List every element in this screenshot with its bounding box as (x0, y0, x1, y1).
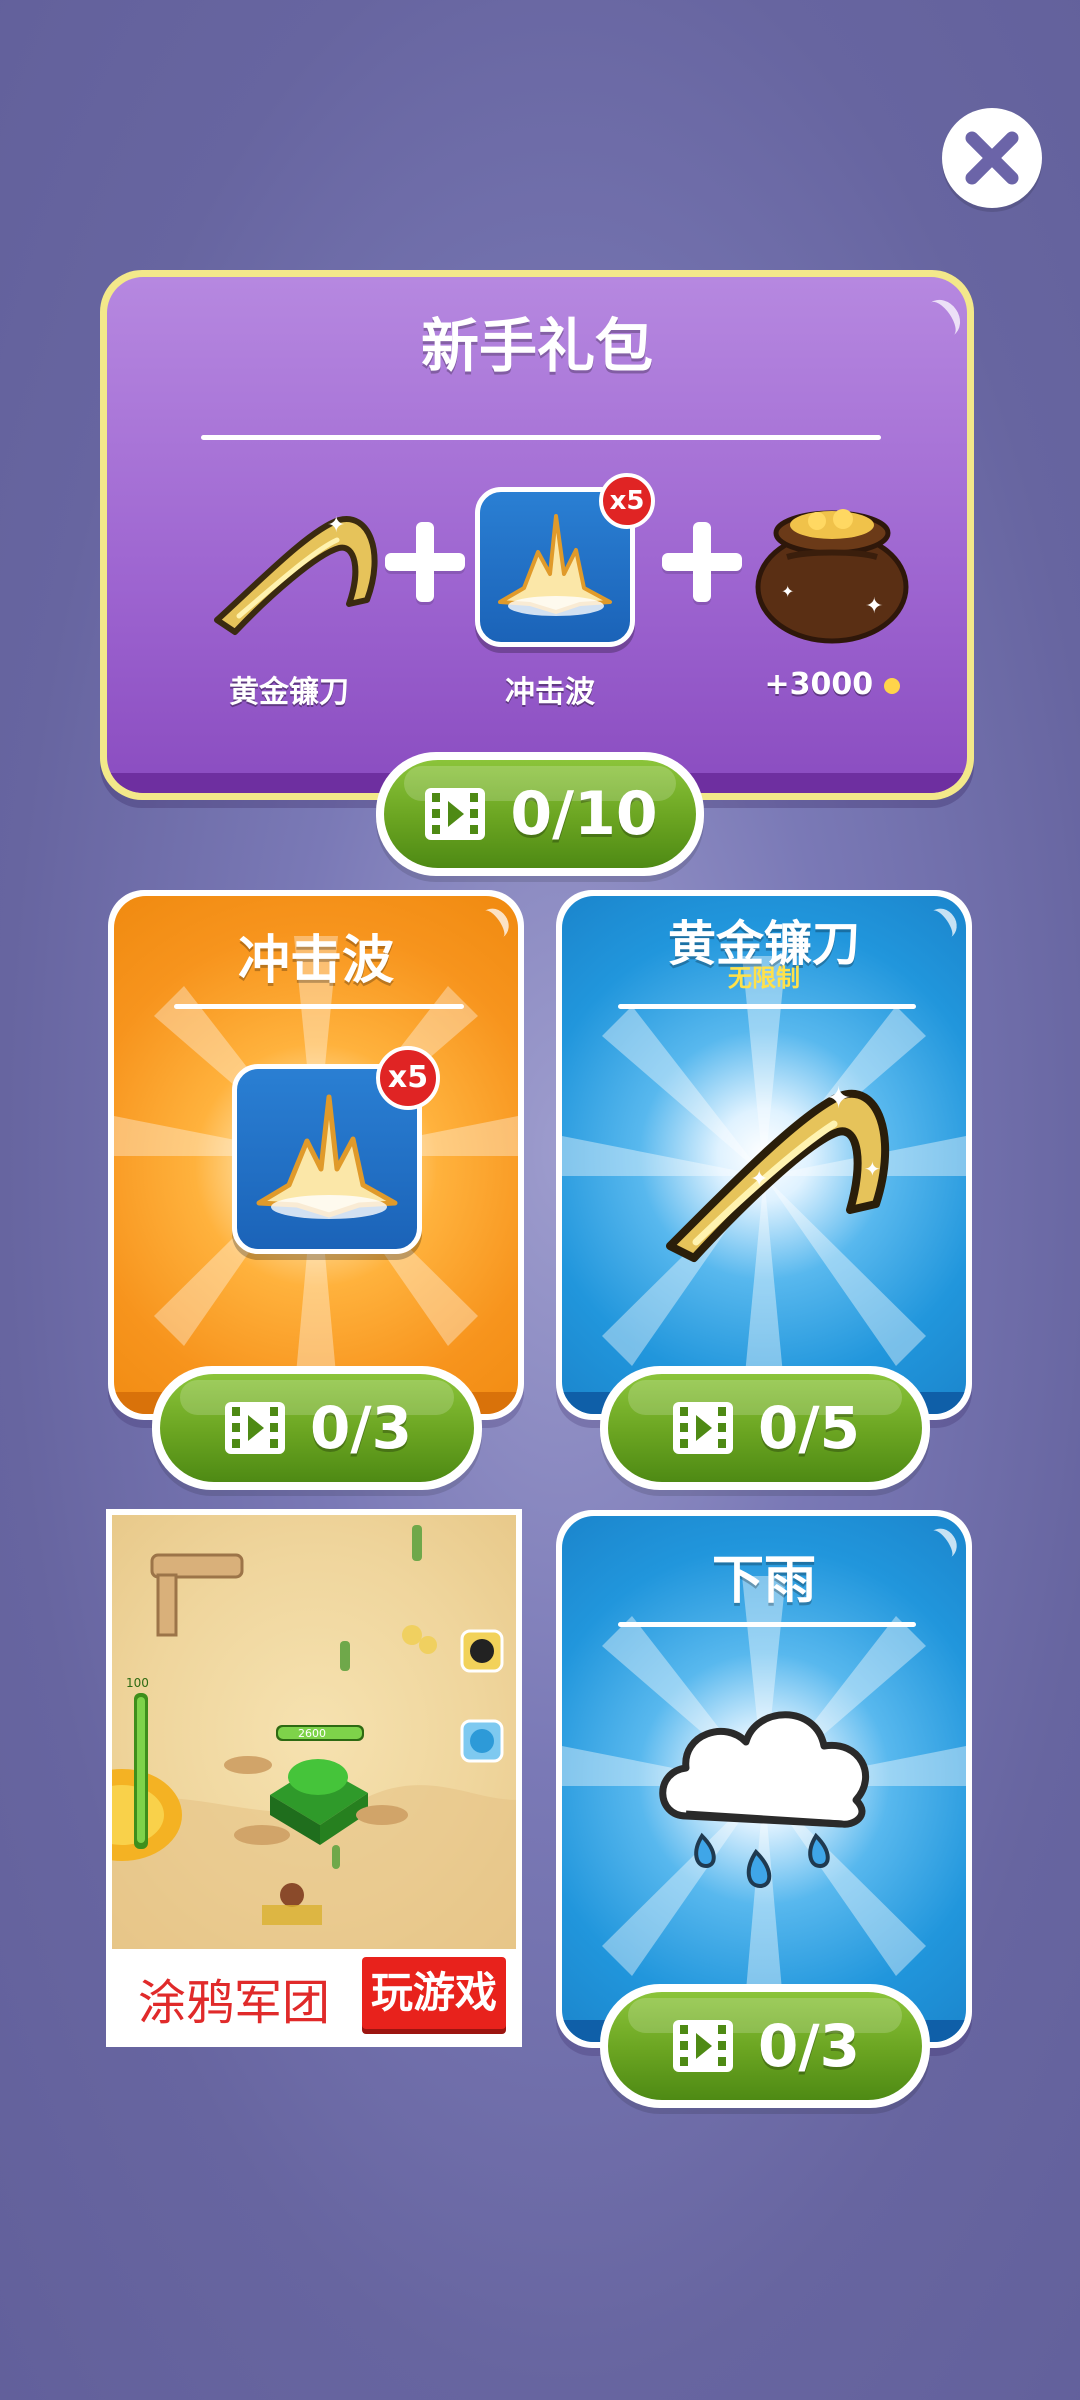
starter-pack-title: 新手礼包 (420, 312, 653, 380)
video-icon (673, 2020, 734, 2072)
rain-progress: 0/3 (758, 2012, 860, 2080)
ad-game-preview: 100 2600 (112, 1515, 516, 1949)
rain-video-button[interactable]: 0/3 (600, 1984, 930, 2108)
item-label-sickle: 黄金镰刀 (229, 675, 349, 710)
video-icon (673, 1402, 734, 1454)
rain-card-title: 下雨 (711, 1551, 816, 1611)
svg-text:✦: ✦ (327, 513, 345, 538)
svg-text:✦: ✦ (750, 1167, 768, 1192)
golden-sickle-icon: ✦ (214, 513, 378, 635)
title-divider (618, 1622, 916, 1627)
starter-pack-panel: 新手礼包 ✦ 黄金镰刀 x5 冲击波 ✦ ✦ +3000 (100, 270, 974, 800)
quantity-badge: x5 (376, 1046, 440, 1110)
svg-text:✦: ✦ (864, 1157, 881, 1181)
starter-pack-video-button[interactable]: 0/10 (376, 752, 704, 876)
title-divider (618, 1004, 916, 1009)
plus-icon (662, 522, 742, 602)
ad-play-button[interactable]: 玩游戏 (362, 1957, 506, 2029)
rain-card[interactable]: 下雨 (556, 1510, 972, 2048)
shockwave-card-title: 冲击波 (237, 931, 394, 991)
title-divider (174, 1004, 464, 1009)
golden-sickle-video-button[interactable]: 0/5 (600, 1366, 930, 1490)
gold-bag-icon: ✦ ✦ (755, 509, 909, 644)
starter-pack-progress: 0/10 (510, 779, 658, 849)
item-label-gold: +3000 (764, 667, 874, 702)
svg-text:✦: ✦ (826, 1081, 851, 1116)
desert-scene-illustration: 100 2600 (112, 1525, 516, 1949)
close-icon (965, 131, 1019, 185)
svg-text:✦: ✦ (865, 594, 883, 619)
video-icon (425, 788, 486, 840)
rain-cloud-icon (659, 1711, 870, 1889)
ad-game-name: 涂鸦军团 (138, 1975, 331, 2031)
golden-sickle-icon: ✦ ✦ ✦ (666, 1081, 890, 1262)
plus-icon (385, 522, 465, 602)
title-divider (201, 435, 881, 440)
svg-text:✦: ✦ (781, 582, 794, 601)
quantity-badge: x5 (599, 473, 655, 529)
golden-sickle-progress: 0/5 (758, 1394, 860, 1462)
ad-hud-level: 100 (126, 1676, 149, 1690)
golden-sickle-card[interactable]: 黄金镰刀 无限制 ✦ ✦ ✦ (556, 890, 972, 1420)
ad-banner[interactable]: 100 2600 涂鸦军团 玩游戏 (106, 1509, 522, 2047)
coin-icon (883, 677, 900, 694)
shockwave-card[interactable]: 冲击波 x5 (108, 890, 524, 1420)
close-button[interactable] (942, 108, 1042, 208)
item-label-shockwave: 冲击波 (505, 675, 595, 710)
shockwave-progress: 0/3 (310, 1394, 412, 1462)
video-icon (225, 1402, 286, 1454)
golden-sickle-subtitle: 无限制 (728, 964, 800, 992)
shockwave-video-button[interactable]: 0/3 (152, 1366, 482, 1490)
ad-base-hp: 2600 (298, 1727, 326, 1740)
